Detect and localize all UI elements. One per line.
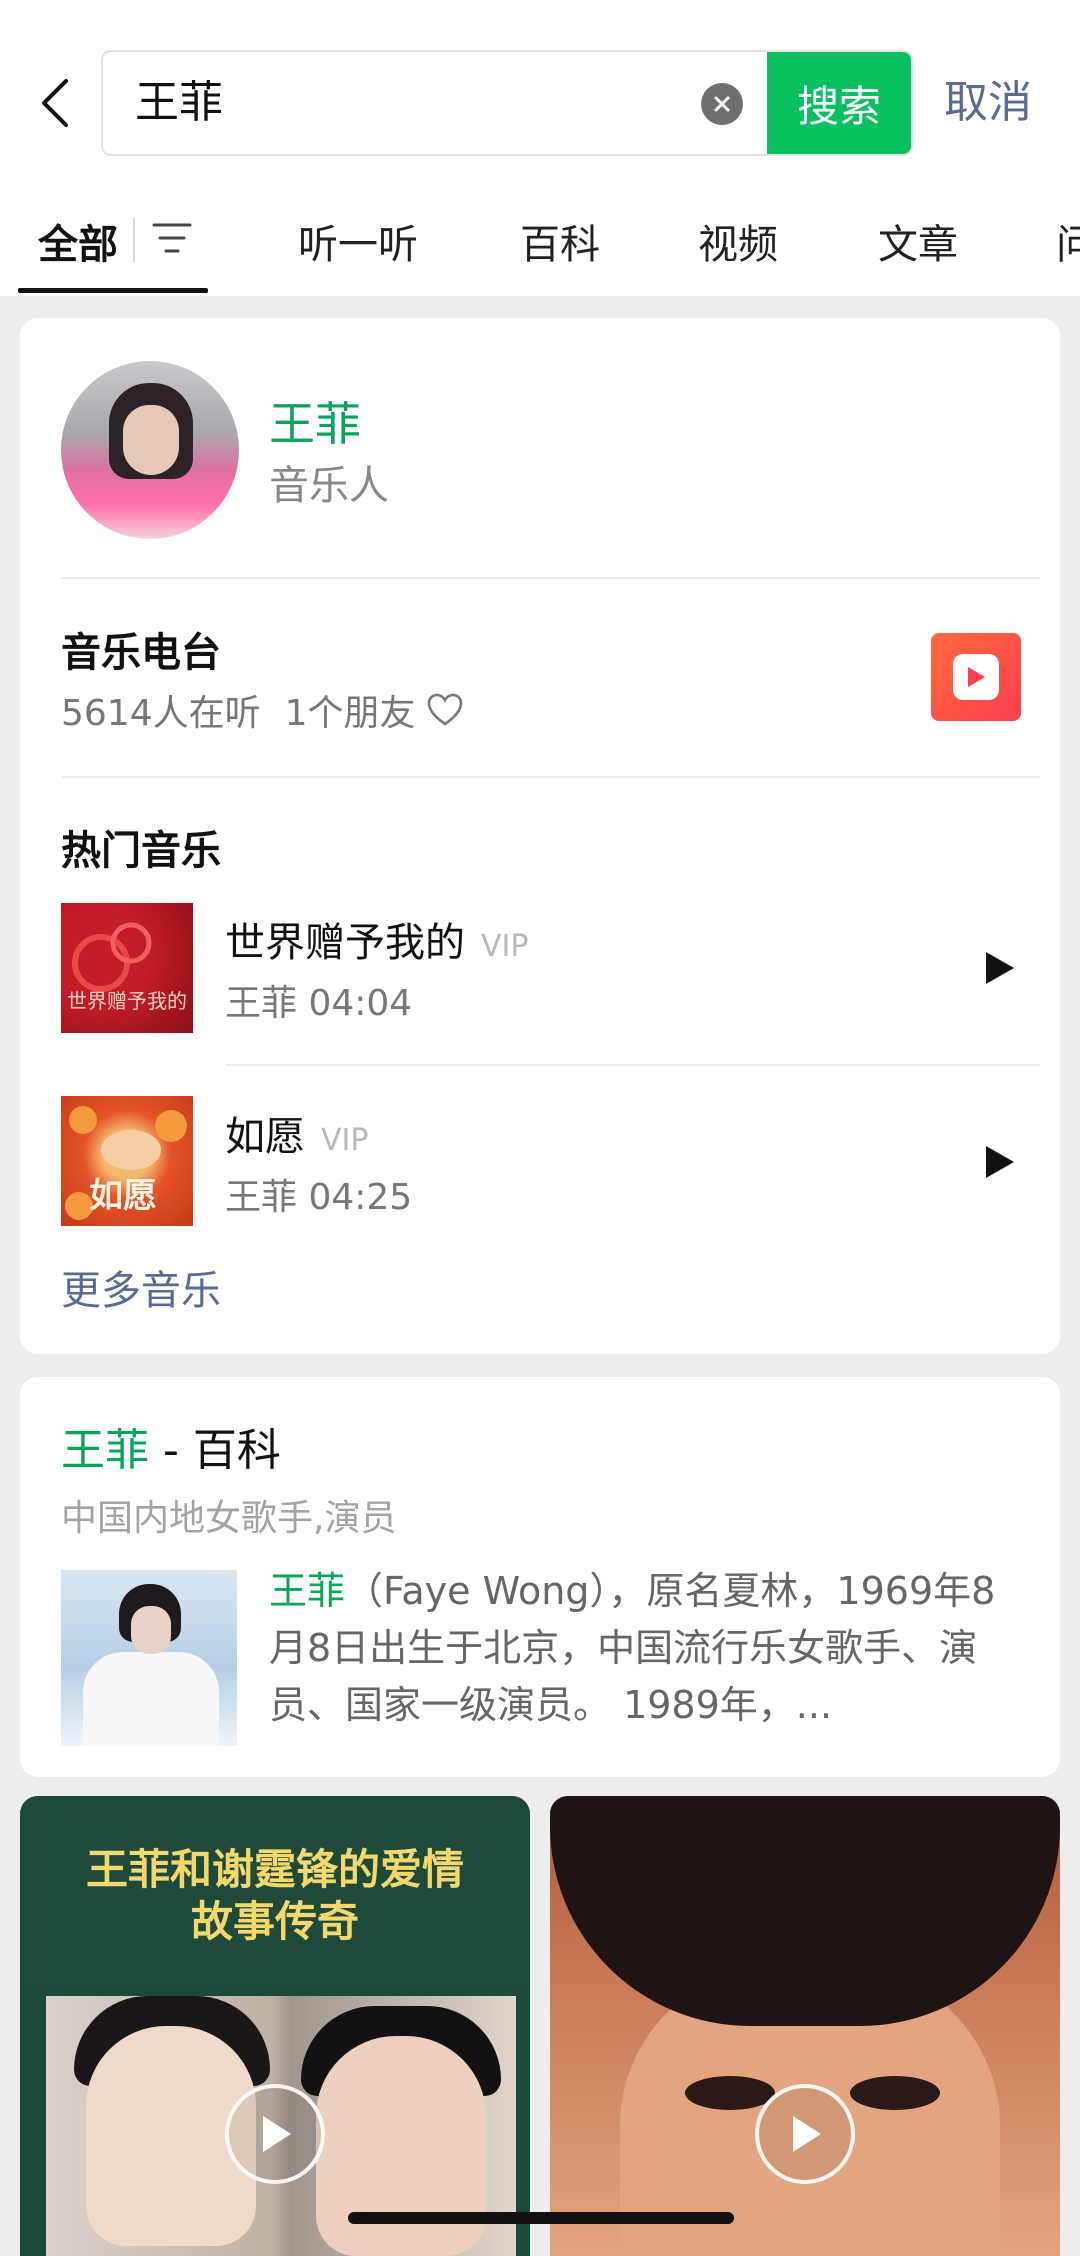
back-button[interactable] xyxy=(30,70,78,136)
video-title: 王菲和谢霆锋的爱情 故事传奇 xyxy=(85,1845,464,1946)
baike-title-suffix: - 百科 xyxy=(149,1425,281,1476)
baike-title-name: 王菲 xyxy=(61,1425,149,1476)
song-title: 世界赠予我的 xyxy=(225,920,465,966)
play-icon xyxy=(793,2116,821,2152)
play-icon[interactable] xyxy=(978,948,1018,988)
search-query-text: 王菲 xyxy=(135,77,223,128)
tab-divider xyxy=(133,218,135,262)
play-icon xyxy=(263,2116,291,2152)
filter-icon[interactable] xyxy=(150,220,194,256)
play-icon[interactable] xyxy=(978,1142,1018,1182)
vip-badge: VIP xyxy=(321,1123,369,1158)
video-card[interactable] xyxy=(550,1796,1060,2256)
divider xyxy=(225,1064,1040,1066)
baike-description: 王菲（Faye Wong），原名夏林，1969年8月8日出生于北京，中国流行乐女… xyxy=(269,1563,1029,1734)
baike-desc-name: 王菲 xyxy=(269,1569,346,1613)
song-meta: 王菲 04:25 xyxy=(225,1177,413,1218)
chevron-left-icon xyxy=(42,79,68,127)
artist-name[interactable]: 王菲 xyxy=(269,388,361,454)
search-header: 王菲 搜索 取消 全部 听一听 百科 视频 文章 问 xyxy=(0,0,1080,296)
baike-title: 王菲 - 百科 xyxy=(61,1414,281,1478)
song-title-row: 世界赠予我的 VIP xyxy=(225,910,528,968)
video-card[interactable]: 王菲和谢霆锋的爱情 故事传奇 xyxy=(20,1796,530,2256)
tab-listen[interactable]: 听一听 xyxy=(298,212,418,270)
cancel-button[interactable]: 取消 xyxy=(944,72,1032,134)
clear-icon[interactable] xyxy=(701,83,743,125)
baike-desc-text: （Faye Wong），原名夏林，1969年8月8日出生于北京，中国流行乐女歌手… xyxy=(269,1569,996,1727)
tab-video[interactable]: 视频 xyxy=(698,212,778,270)
radio-listeners: 5614人在听 xyxy=(61,693,261,734)
song-cover: 如愿 xyxy=(61,1096,193,1226)
radio-title: 音乐电台 xyxy=(61,630,221,676)
baike-card[interactable]: 王菲 - 百科 中国内地女歌手,演员 王菲（Faye Wong），原名夏林，19… xyxy=(20,1377,1060,1777)
play-icon xyxy=(968,667,985,687)
search-input[interactable]: 王菲 搜索 xyxy=(101,50,913,156)
tab-bar: 全部 听一听 百科 视频 文章 问 xyxy=(0,200,1080,296)
vip-badge: VIP xyxy=(481,929,529,964)
search-button[interactable]: 搜索 xyxy=(767,52,911,154)
tab-article[interactable]: 文章 xyxy=(878,212,958,270)
more-music-link[interactable]: 更多音乐 xyxy=(61,1258,221,1316)
artist-avatar[interactable] xyxy=(61,361,239,539)
tab-question[interactable]: 问 xyxy=(1056,212,1080,270)
hot-music-title: 热门音乐 xyxy=(61,828,221,874)
radio-play-button[interactable] xyxy=(931,633,1021,721)
video-play-button[interactable] xyxy=(225,2084,325,2184)
baike-image xyxy=(61,1570,237,1746)
active-tab-indicator xyxy=(18,288,208,293)
song-cover-text: 如愿 xyxy=(89,1176,157,1216)
video-play-button[interactable] xyxy=(755,2084,855,2184)
tab-baike[interactable]: 百科 xyxy=(520,212,600,270)
divider xyxy=(61,776,1040,778)
radio-meta: 5614人在听 1个朋友 xyxy=(61,684,464,736)
baike-subtitle: 中国内地女歌手,演员 xyxy=(61,1498,397,1539)
song-title: 如愿 xyxy=(225,1114,305,1160)
tab-all[interactable]: 全部 xyxy=(38,212,118,270)
song-cover: 世界赠予我的 xyxy=(61,903,193,1033)
home-indicator[interactable] xyxy=(348,2212,734,2224)
radio-friends: 1个朋友 xyxy=(284,693,416,734)
divider xyxy=(61,577,1040,579)
song-meta: 王菲 04:04 xyxy=(225,983,413,1024)
song-title-row: 如愿 VIP xyxy=(225,1104,368,1162)
artist-card: 王菲 音乐人 音乐电台 5614人在听 1个朋友 热门音乐 世界赠予我的 世界赠… xyxy=(20,318,1060,1354)
artist-role: 音乐人 xyxy=(269,463,389,509)
heart-icon xyxy=(427,693,462,726)
song-cover-text: 世界赠予我的 xyxy=(67,989,187,1013)
